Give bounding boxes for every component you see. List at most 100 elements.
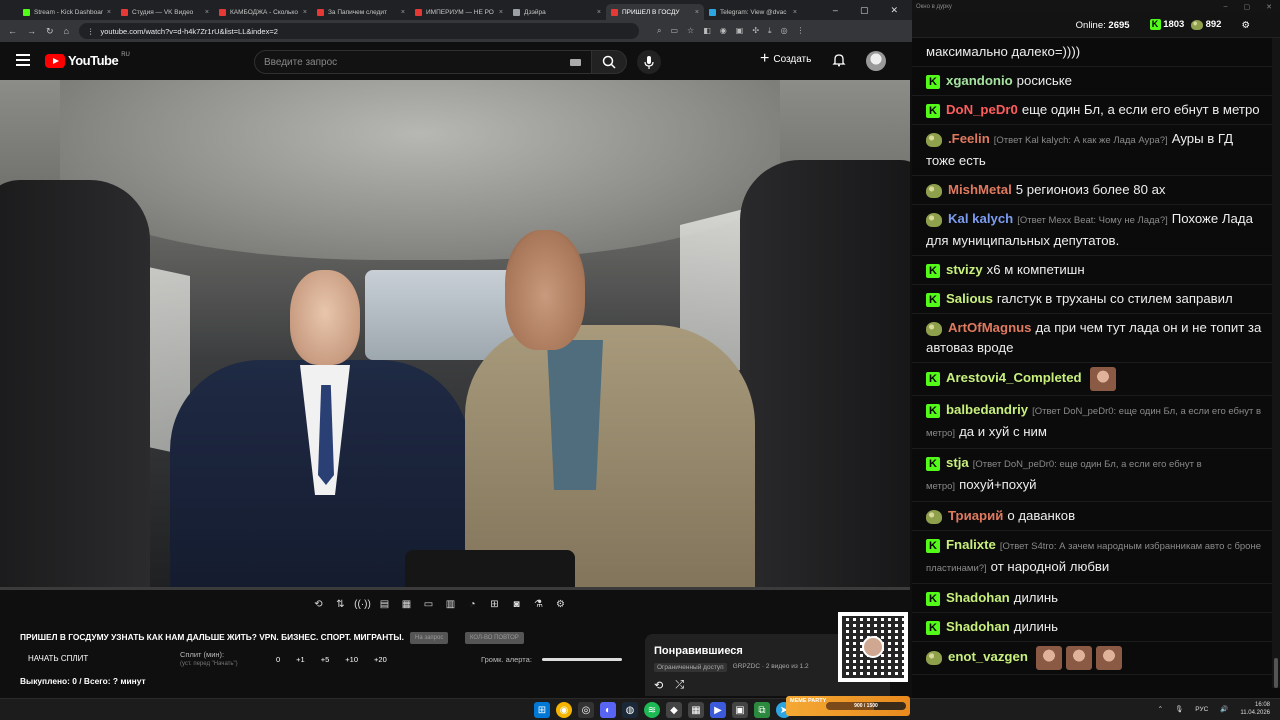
browser-tab[interactable]: ПРИШЕЛ В ГОСДУ × [606,4,704,20]
discord-icon[interactable]: ◐ [600,702,616,718]
app-icon[interactable]: ▣ [732,702,748,718]
broadcast-icon[interactable]: ((·)) [354,598,371,611]
site-info-icon[interactable]: ⋮ [87,27,95,36]
chat-username[interactable]: MishMetal [948,182,1012,197]
split-option[interactable]: 0 [276,655,280,664]
player-icon[interactable]: ▶ [710,702,726,718]
youtube-logo[interactable]: YouTube RU [45,52,130,68]
bookmark-star-icon[interactable]: ☆ [687,26,694,36]
tab-close-icon[interactable]: × [303,9,307,16]
tray-chevron-icon[interactable]: ⌃ [1158,705,1163,713]
maximize-icon[interactable]: ▢ [1244,3,1251,11]
tab-close-icon[interactable]: × [401,9,405,16]
chat-username[interactable]: DoN_peDr0 [946,102,1018,117]
tab-close-icon[interactable]: × [499,9,503,16]
split-option[interactable]: +10 [345,655,358,664]
chat-username[interactable]: xgandonio [946,73,1013,88]
download-icon[interactable]: ⤓ [768,26,772,36]
playlist-icon[interactable]: ▤ [378,598,391,611]
browser-tab[interactable]: ИМПЕРИУМ — НЕ РО × [410,4,508,20]
mic-tray-icon[interactable]: 🎙 [1175,705,1183,713]
chat-username[interactable]: Fnalixte [946,537,996,552]
chat-username[interactable]: stvizy [946,262,983,277]
split-option[interactable]: +1 [296,655,305,664]
tab-close-icon[interactable]: × [695,9,699,16]
browser-tab[interactable]: КАМБОДЖА - Сколько × [214,4,312,20]
tab-close-icon[interactable]: × [597,9,601,16]
app-icon[interactable]: ◆ [666,702,682,718]
language-indicator[interactable]: РУС [1195,706,1208,713]
start-split-button[interactable]: НАЧАТЬ СПЛИТ [28,654,88,663]
chat-username[interactable]: Kal kalych [948,211,1013,226]
alert-volume-slider[interactable] [542,658,622,661]
speed-icon[interactable]: ◔ [466,598,479,611]
video-player[interactable] [0,80,910,590]
search-button[interactable] [591,50,627,74]
shuffle-icon[interactable]: ⤮ [675,679,684,692]
chrome-icon[interactable]: ◉ [556,702,572,718]
menu-icon[interactable]: ⋮ [797,26,805,36]
keyboard-icon[interactable] [570,59,581,66]
profile-icon[interactable]: ◎ [781,26,788,36]
browser-tab[interactable]: Дзэйра × [508,4,606,20]
request-button[interactable]: На запрос [410,632,449,644]
flask-icon[interactable]: ⚗ [532,598,545,611]
chat-username[interactable]: Arestovi4_Completed [946,370,1082,385]
create-button[interactable]: + Создать [760,51,811,67]
playlist-title[interactable]: Понравившиеся [654,645,743,657]
tab-close-icon[interactable]: × [793,9,797,16]
settings-gear-icon[interactable]: ⚙ [554,598,567,611]
minimize-icon[interactable]: – [833,5,838,16]
spotify-icon[interactable]: ≋ [644,702,660,718]
extensions-icon[interactable]: ⌂ [64,26,69,36]
extension-icon[interactable]: ▣ [736,26,744,36]
extension-icon[interactable]: ◧ [703,26,711,36]
cast-icon[interactable]: ▭ [670,26,678,36]
chat-username[interactable]: ArtOfMagnus [948,320,1032,335]
chat-scrollbar[interactable] [1272,38,1280,688]
split-option[interactable]: +5 [321,655,330,664]
clock[interactable]: 16:08 11.04.2026 [1240,701,1270,717]
loop-icon[interactable]: ⟲ [312,598,325,611]
extension-icon[interactable]: ◉ [720,26,727,36]
close-icon[interactable]: ✕ [890,5,898,16]
loop-playlist-icon[interactable]: ⟲ [654,679,663,692]
forward-icon[interactable]: → [27,26,36,36]
search-input[interactable]: Введите запрос [254,50,592,74]
reload-icon[interactable]: ↻ [46,26,54,37]
browser-tab[interactable]: Студия — VK Видео × [116,4,214,20]
chat-settings-icon[interactable]: ⚙ [1241,20,1250,31]
scroll-thumb[interactable] [1274,658,1278,688]
url-field[interactable]: ⋮ youtube.com/watch?v=d-h4k7Zr1rU&list=L… [78,23,639,39]
tab-close-icon[interactable]: × [107,9,111,16]
menu-hamburger-icon[interactable] [16,54,30,66]
chat-username[interactable]: Триарий [948,508,1003,523]
windows-start-icon[interactable]: ⊞ [534,702,550,718]
app-icon[interactable]: ▦ [688,702,704,718]
browser-tab[interactable]: Telegram: View @dvac × [704,4,802,20]
chat-username[interactable]: balbedandriy [946,402,1028,417]
voice-search-button[interactable] [637,50,661,74]
clapper-icon[interactable]: ▦ [400,598,413,611]
account-avatar[interactable] [866,51,886,71]
chat-username[interactable]: Shadohan [946,590,1010,605]
tab-close-icon[interactable]: × [205,9,209,16]
pip-icon[interactable]: ▭ [422,598,435,611]
browser-tab[interactable]: Stream - Kick Dashboard × [18,4,116,20]
screenshot-icon[interactable]: ◙ [510,598,523,611]
back-icon[interactable]: ← [8,26,17,36]
minimize-icon[interactable]: – [1224,3,1228,11]
browser-tab[interactable]: За Папичем следит × [312,4,410,20]
chat-username[interactable]: .Feelin [948,131,990,146]
puzzle-icon[interactable]: ✣ [752,26,759,36]
notifications-bell-icon[interactable] [832,53,846,67]
sort-icon[interactable]: ⇅ [334,598,347,611]
chat-username[interactable]: Salious [946,291,993,306]
close-icon[interactable]: ✕ [1266,3,1272,11]
add-icon[interactable]: ⊞ [488,598,501,611]
maximize-icon[interactable]: ▢ [860,5,869,16]
video-progress-bar[interactable] [0,587,910,590]
chat-username[interactable]: Shadohan [946,619,1010,634]
steam-icon[interactable]: ◍ [622,702,638,718]
chat-username[interactable]: stja [946,455,969,470]
